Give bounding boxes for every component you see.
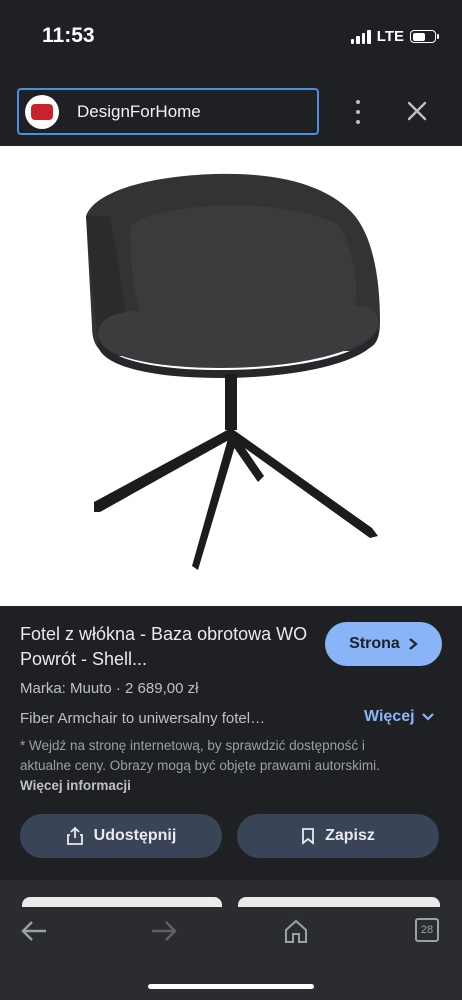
site-logo-icon [25, 94, 59, 129]
chevron-right-icon [409, 638, 418, 650]
product-image[interactable] [0, 146, 462, 606]
visit-label: Strona [349, 635, 400, 652]
brand-price: Marka: Muuto · 2 689,00 zł [20, 680, 199, 697]
more-button[interactable]: Więcej [364, 708, 435, 726]
visit-site-button[interactable]: Strona [325, 622, 442, 666]
viewer-header: DesignForHome [0, 76, 462, 146]
next-result-preview[interactable] [22, 897, 222, 907]
network-label: LTE [376, 28, 404, 45]
armchair-image [86, 173, 380, 570]
status-bar: 11:53 LTE [0, 0, 462, 76]
save-button[interactable]: Zapisz [237, 814, 439, 858]
site-name: DesignForHome [77, 101, 201, 121]
back-arrow-icon[interactable] [20, 918, 48, 944]
site-link[interactable]: DesignForHome [17, 88, 319, 135]
more-options-icon[interactable] [350, 100, 366, 124]
close-icon[interactable] [404, 98, 430, 124]
share-icon [66, 826, 83, 845]
home-icon[interactable] [283, 918, 309, 944]
next-result-preview[interactable] [238, 897, 440, 907]
chevron-down-icon [421, 713, 434, 721]
status-time: 11:53 [42, 24, 95, 47]
more-info-link[interactable]: Więcej informacji [20, 778, 131, 793]
home-indicator[interactable] [148, 984, 314, 989]
save-label: Zapisz [325, 827, 375, 844]
forward-arrow-icon[interactable] [150, 918, 178, 944]
more-label: Więcej [364, 708, 415, 725]
signal-icon [350, 29, 371, 44]
tabs-icon[interactable]: 28 [415, 918, 439, 942]
share-button[interactable]: Udostępnij [20, 814, 222, 858]
product-title[interactable]: Fotel z włókna - Baza obrotowa WO Powrót… [20, 622, 310, 672]
bookmark-icon [302, 828, 314, 845]
battery-icon [410, 30, 439, 43]
status-indicators: LTE [350, 28, 439, 45]
disclaimer-text: * Wejdź na stronę internetową, by sprawd… [20, 738, 380, 773]
disclaimer: * Wejdź na stronę internetową, by sprawd… [20, 736, 415, 796]
share-label: Udostępnij [93, 827, 177, 844]
product-description: Fiber Armchair to uniwersalny fotel… [20, 710, 266, 727]
